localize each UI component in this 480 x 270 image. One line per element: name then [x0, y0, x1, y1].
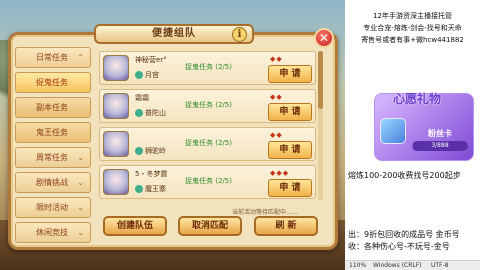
- sect-icon: [135, 71, 143, 79]
- sect-icon: [135, 147, 143, 155]
- wish-progress-bar: 3/888: [412, 141, 468, 151]
- tab-daily[interactable]: 日常任务 ⌃: [15, 47, 91, 68]
- info-icon[interactable]: i: [232, 27, 247, 42]
- player-name: 霜霜: [135, 94, 149, 102]
- category-tabs: 日常任务 ⌃ 捉鬼任务 副本任务 鬼王任务 周常任务 ⌄ 剧情挑战 ⌄ 限时活动…: [15, 47, 91, 247]
- player-name: 5・冬梦霆: [135, 170, 168, 178]
- task-progress: 捉鬼任务 (2/5): [185, 177, 232, 185]
- avatar: [103, 55, 129, 81]
- buff-icons: ◆◆: [270, 93, 283, 101]
- gift-card-icon: [380, 118, 406, 144]
- task-progress: 捉鬼任务 (2/5): [185, 139, 232, 147]
- text-encoding[interactable]: UTF-8: [431, 261, 449, 270]
- task-progress: 捉鬼任务 (2/5): [185, 101, 232, 109]
- chevron-down-icon: ⌄: [77, 203, 84, 212]
- sect-label: 狮驼岭: [145, 147, 166, 155]
- tab-casual[interactable]: 休闲竞技 ⌄: [15, 222, 91, 243]
- wish-gift-title: 心愿礼物: [393, 92, 442, 106]
- overlay-line: 专业合宠-熔炼-剑会-找号和天命: [363, 24, 462, 32]
- avatar: [103, 93, 129, 119]
- list-item: 5・冬梦霆 魔王寨 捉鬼任务 (2/5) ◆◆◆ 申 请: [99, 165, 316, 199]
- close-icon[interactable]: ✕: [314, 28, 334, 48]
- tab-label: 限时活动: [36, 203, 68, 212]
- sect-icon: [135, 185, 143, 193]
- sect-label: 普陀山: [145, 109, 166, 117]
- buff-icons: ◆◆◆: [270, 169, 290, 177]
- tab-ghost-hunt[interactable]: 捉鬼任务: [15, 72, 91, 93]
- tab-dungeon[interactable]: 副本任务: [15, 97, 91, 118]
- tab-label: 捉鬼任务: [36, 78, 68, 87]
- player-name: 神秘营er°: [135, 56, 167, 64]
- sect-icon: [135, 109, 143, 117]
- matching-status: 当前活动等待匹配中……: [232, 209, 299, 216]
- team-list: 神秘营er° 月宫 捉鬼任务 (2/5) ◆◆ 申 请 霜霜 普陀山 捉鬼任务 …: [99, 51, 316, 201]
- player-sect: 普陀山: [135, 108, 166, 118]
- tab-label: 休闲竞技: [36, 228, 68, 237]
- overlay-line: 熔炼100-200收费找号200起步: [348, 171, 461, 180]
- wish-gift-name: 粉丝卡: [428, 129, 452, 138]
- player-sect: 魔王寨: [135, 184, 166, 194]
- tab-story[interactable]: 剧情挑战 ⌄: [15, 172, 91, 193]
- chevron-down-icon: ⌄: [77, 153, 84, 162]
- overlay-line: 出：9折包回收的成品号 金币号: [348, 230, 460, 239]
- list-item: 神秘营er° 月宫 捉鬼任务 (2/5) ◆◆ 申 请: [99, 51, 316, 85]
- buff-icons: ◆◆: [270, 55, 283, 63]
- overlay-line: 寄售号或者有事+微hcw441882: [361, 36, 464, 44]
- zoom-level[interactable]: 110%: [349, 261, 366, 270]
- avatar: [103, 169, 129, 195]
- player-sect: 狮驼岭: [135, 146, 166, 156]
- list-item: 狮驼岭 捉鬼任务 (2/5) ◆◆ 申 请: [99, 127, 316, 161]
- list-item: 霜霜 普陀山 捉鬼任务 (2/5) ◆◆ 申 请: [99, 89, 316, 123]
- line-ending[interactable]: Windows (CRLF): [373, 261, 422, 270]
- avatar: [103, 131, 129, 157]
- create-team-button[interactable]: 创建队伍: [103, 216, 167, 236]
- chevron-down-icon: ⌄: [77, 228, 84, 237]
- overlay-line: 收：各种伤心号-不玩号-金号: [348, 242, 450, 251]
- tab-label: 副本任务: [36, 103, 68, 112]
- refresh-button[interactable]: 刷 新: [254, 216, 318, 236]
- apply-button[interactable]: 申 请: [268, 103, 312, 121]
- task-progress: 捉鬼任务 (2/5): [185, 63, 232, 71]
- wish-progress-text: 3/888: [431, 142, 449, 149]
- tab-label: 日常任务: [36, 53, 68, 62]
- tab-limited[interactable]: 限时活动 ⌄: [15, 197, 91, 218]
- panel-title: 便捷组队: [94, 24, 254, 44]
- buff-icons: ◆◆: [270, 131, 283, 139]
- tab-label: 剧情挑战: [36, 178, 68, 187]
- tab-weekly[interactable]: 周常任务 ⌄: [15, 147, 91, 168]
- apply-button[interactable]: 申 请: [268, 65, 312, 83]
- sect-label: 月宫: [145, 71, 159, 79]
- list-scrollbar[interactable]: [318, 51, 323, 201]
- tab-label: 鬼王任务: [36, 128, 68, 137]
- overlay-line: 12年手游资深主播接托管: [373, 12, 452, 20]
- apply-button[interactable]: 申 请: [268, 141, 312, 159]
- player-sect: 月宫: [135, 70, 159, 80]
- editor-statusbar: 110% Windows (CRLF) UTF-8: [345, 260, 480, 270]
- tab-label: 周常任务: [36, 153, 68, 162]
- scrollbar-thumb[interactable]: [318, 51, 323, 109]
- chevron-up-icon: ⌃: [77, 53, 84, 62]
- apply-button[interactable]: 申 请: [268, 179, 312, 197]
- tab-ghost-king[interactable]: 鬼王任务: [15, 122, 91, 143]
- sect-label: 魔王寨: [145, 185, 166, 193]
- chevron-down-icon: ⌄: [77, 178, 84, 187]
- cancel-match-button[interactable]: 取消匹配: [178, 216, 242, 236]
